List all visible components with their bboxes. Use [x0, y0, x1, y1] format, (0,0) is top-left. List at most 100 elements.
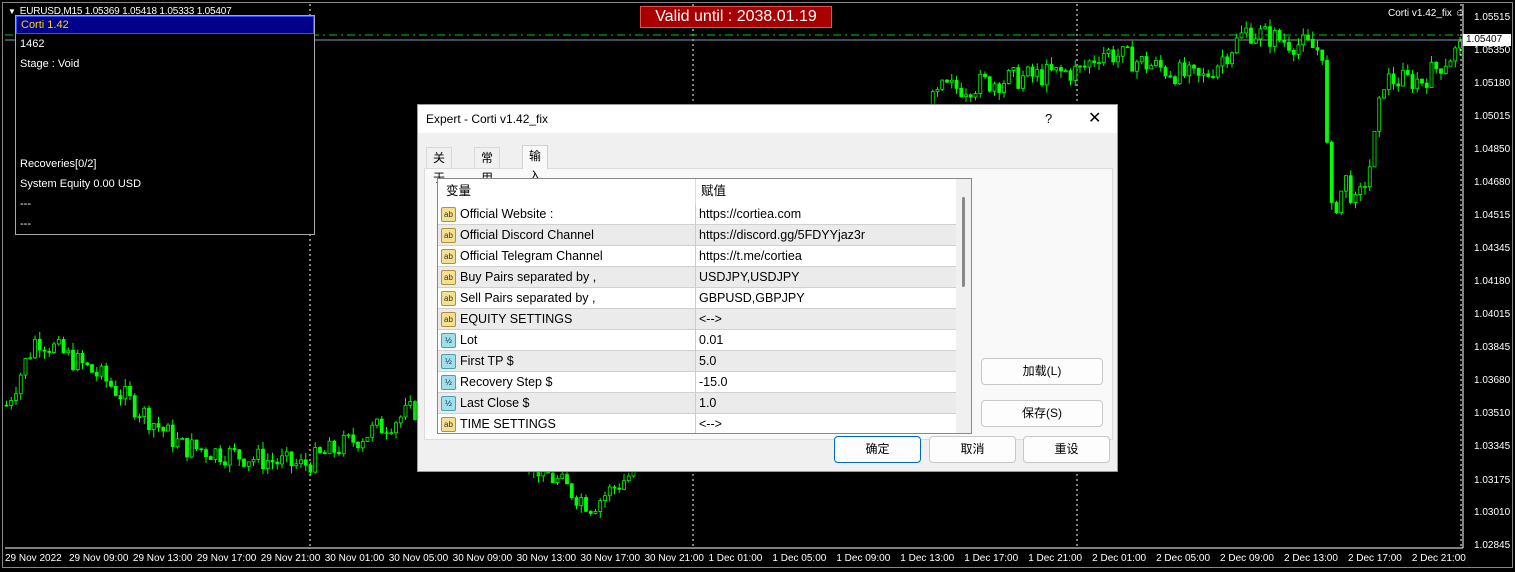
bear-candle: [223, 461, 227, 466]
close-button[interactable]: ✕: [1088, 105, 1101, 133]
bear-candle: [1291, 49, 1296, 55]
table-row[interactable]: ½ Recovery Step $ -15.0: [438, 372, 956, 393]
bull-candle: [973, 93, 978, 98]
bear-candle: [1130, 46, 1135, 72]
bull-candle: [384, 432, 389, 435]
bear-candle: [322, 452, 327, 455]
bear-candle: [94, 371, 99, 377]
price-tick-label: 1.02845: [1474, 540, 1511, 551]
param-value[interactable]: https://t.me/cortiea: [699, 246, 802, 266]
time-tick-label: 2 Dec 01:00: [1092, 553, 1147, 564]
string-type-icon: ab: [441, 207, 456, 222]
dialog-title: Expert - Corti v1.42_fix: [426, 112, 549, 126]
tab-common[interactable]: 常用: [474, 147, 501, 185]
bull-candle: [213, 448, 218, 460]
param-value[interactable]: <-->: [699, 414, 722, 433]
bull-candle: [1301, 34, 1306, 46]
bear-candle: [1144, 56, 1149, 70]
bull-candle: [52, 343, 56, 353]
bull-candle: [1367, 166, 1372, 188]
bear-candle: [270, 459, 275, 463]
bear-candle: [1163, 66, 1168, 77]
tab-about[interactable]: 关于: [426, 147, 453, 185]
price-tick-label: 1.05180: [1474, 78, 1511, 90]
tab-inputs[interactable]: 输入参数: [522, 145, 549, 223]
bull-candle: [327, 440, 332, 455]
price-tick-label: 1.04180: [1474, 276, 1511, 287]
save-button[interactable]: 保存(S): [981, 400, 1103, 427]
bull-candle: [403, 404, 408, 418]
bear-candle: [71, 349, 75, 370]
bull-candle: [1344, 175, 1348, 192]
table-row[interactable]: ½ Last Close $ 1.0: [438, 393, 956, 414]
price-tick-label: 1.03010: [1474, 507, 1511, 519]
bull-candle: [1382, 89, 1386, 99]
panel-recoveries: Recoveries[0/2]: [20, 158, 97, 170]
bull-candle: [1429, 61, 1434, 88]
param-value[interactable]: https://discord.gg/5FDYYjaz3r: [699, 225, 865, 245]
bear-candle: [997, 83, 1002, 93]
bull-candle: [56, 338, 61, 345]
bull-candle: [626, 475, 631, 482]
bull-candle: [1415, 78, 1420, 90]
column-value[interactable]: 赋值: [701, 179, 726, 203]
time-tick-label: 29 Nov 09:00: [68, 553, 129, 564]
bear-candle: [242, 458, 246, 467]
bull-candle: [1458, 40, 1462, 49]
param-value[interactable]: USDJPY,USDJPY: [699, 267, 800, 287]
panel-line: ---: [20, 198, 31, 210]
bear-candle: [1287, 41, 1291, 51]
param-name: Official Discord Channel: [460, 228, 594, 242]
time-tick-label: 1 Dec 09:00: [836, 553, 891, 564]
param-value[interactable]: 5.0: [699, 351, 716, 371]
table-row[interactable]: ½ Lot 0.01: [438, 330, 956, 351]
cancel-button[interactable]: 取消: [929, 436, 1016, 463]
bull-candle: [1253, 38, 1258, 44]
column-variable[interactable]: 变量: [446, 179, 471, 203]
time-tick-label: 29 Nov 17:00: [196, 553, 257, 564]
table-row[interactable]: ab Official Telegram Channel https://t.m…: [438, 246, 956, 267]
param-value[interactable]: 1.0: [699, 393, 716, 413]
bull-candle: [935, 88, 940, 93]
table-row[interactable]: ab Official Website : https://cortiea.co…: [438, 204, 956, 225]
table-row[interactable]: ab Sell Pairs separated by , GBPUSD,GBPJ…: [438, 288, 956, 309]
price-tick-label: 1.03345: [1474, 441, 1511, 453]
bear-candle: [987, 76, 992, 92]
reset-button[interactable]: 重设: [1023, 436, 1110, 463]
bull-candle: [1358, 186, 1363, 195]
time-tick-label: 29 Nov 13:00: [132, 553, 193, 564]
param-value[interactable]: https://cortiea.com: [699, 204, 801, 224]
table-row[interactable]: ab EQUITY SETTINGS <-->: [438, 309, 956, 330]
time-tick-label: 2 Dec 05:00: [1156, 553, 1211, 564]
bull-candle: [1073, 65, 1078, 81]
time-tick-label: 30 Nov 13:00: [516, 553, 577, 564]
bear-candle: [1158, 60, 1163, 68]
vertical-scrollbar[interactable]: [956, 179, 971, 433]
param-value[interactable]: GBPUSD,GBPJPY: [699, 288, 805, 308]
table-row[interactable]: ab Official Discord Channel https://disc…: [438, 225, 956, 246]
param-value[interactable]: -15.0: [699, 372, 728, 392]
price-tick-label: 1.04850: [1474, 143, 1511, 155]
table-row[interactable]: ½ First TP $ 5.0: [438, 351, 956, 372]
smiley-icon[interactable]: ☺: [1455, 8, 1465, 19]
table-row[interactable]: ab Buy Pairs separated by , USDJPY,USDJP…: [438, 267, 956, 288]
bear-candle: [968, 94, 973, 98]
bear-candle: [1092, 60, 1097, 64]
bear-candle: [1320, 49, 1325, 61]
dialog-titlebar[interactable]: Expert - Corti v1.42_fix ? ✕: [418, 105, 1117, 133]
load-button[interactable]: 加载(L): [981, 358, 1103, 385]
bear-candle: [4, 404, 9, 407]
help-button[interactable]: ?: [1045, 105, 1052, 133]
bull-candle: [560, 473, 565, 479]
bull-candle: [1097, 62, 1101, 65]
bull-candle: [365, 436, 370, 442]
time-tick-label: 1 Dec 13:00: [900, 553, 955, 564]
bear-candle: [356, 441, 360, 449]
table-row[interactable]: ab TIME SETTINGS <-->: [438, 414, 956, 433]
bull-candle: [299, 459, 303, 465]
bull-candle: [1087, 60, 1092, 68]
param-value[interactable]: 0.01: [699, 330, 723, 350]
scrollbar-thumb[interactable]: [962, 197, 965, 287]
param-value[interactable]: <-->: [699, 309, 722, 329]
ok-button[interactable]: 确定: [834, 436, 921, 463]
